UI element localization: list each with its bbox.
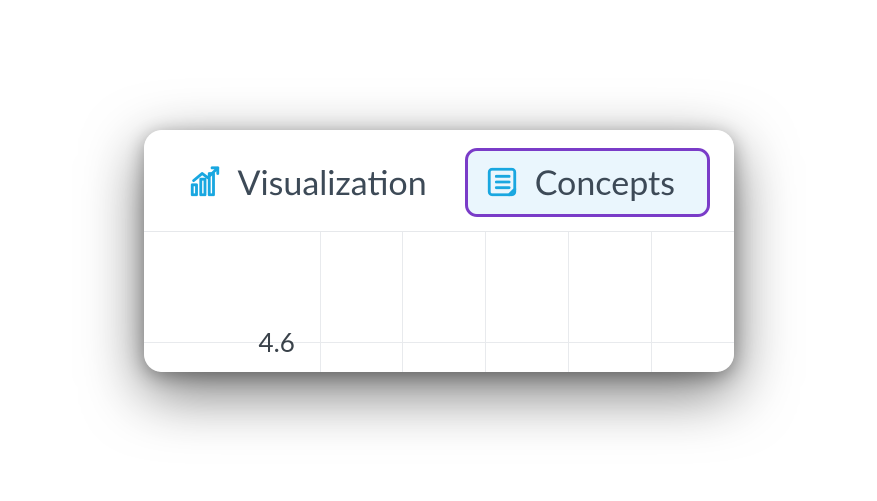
list-note-icon <box>485 165 519 199</box>
chart-grid <box>144 232 734 372</box>
tab-concepts[interactable]: Concepts <box>465 148 710 217</box>
tab-visualization[interactable]: Visualization <box>168 148 447 217</box>
chart-growth-icon <box>188 165 222 199</box>
panel-card: Visualization Concepts <box>144 130 734 372</box>
tab-visualization-label: Visualization <box>238 162 427 203</box>
chart-gridline <box>144 342 734 343</box>
tab-concepts-label: Concepts <box>535 162 675 203</box>
chart-area: 4.6 <box>144 232 734 372</box>
chart-y-tick: 4.6 <box>259 326 295 358</box>
tab-bar: Visualization Concepts <box>144 130 734 232</box>
